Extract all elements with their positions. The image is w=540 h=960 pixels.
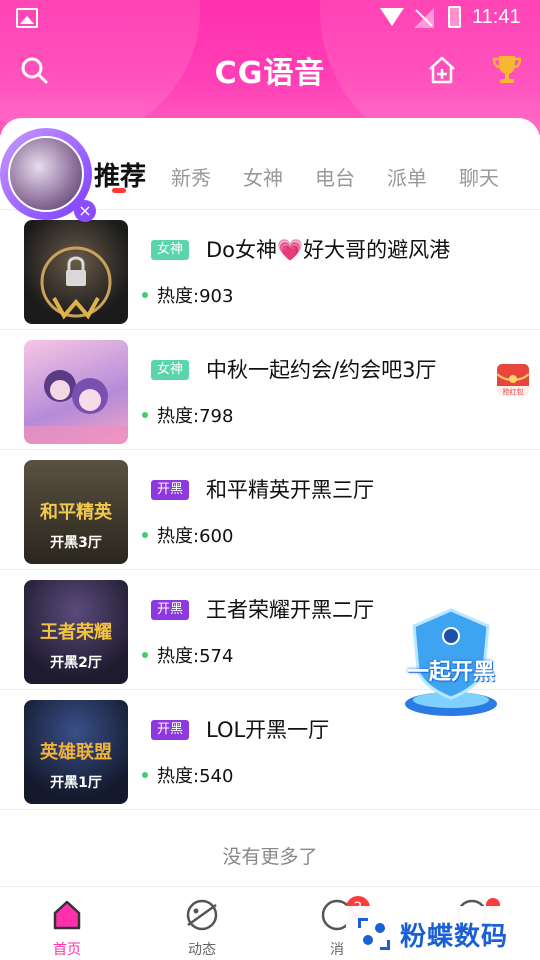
online-dot [142,292,148,298]
room-list-item[interactable]: 女神 Do女神💗好大哥的避风港 热度:903 [0,210,540,330]
game-logo-text: 王者荣耀 [40,622,112,643]
team-up-badge-label: 一起开黑 [406,660,495,685]
floating-room-avatar[interactable]: × [0,128,96,222]
room-heat: 热度:574 [157,646,234,667]
room-tag: 女神 [151,360,190,380]
room-list-item[interactable]: 和平精英 开黑3厅 开黑 和平精英开黑三厅 热度:600 [0,450,540,570]
room-tag: 开黑 [151,480,190,500]
tab-newcomer[interactable]: 新秀 [171,162,211,191]
room-name: 和平精英开黑三厅 [206,478,374,502]
room-name: Do女神💗好大哥的避风港 [206,238,451,262]
thumbnail-caption: 开黑2厅 [50,655,102,671]
room-name: LOL开黑一厅 [206,718,330,742]
room-tag: 女神 [151,240,190,260]
list-end-text: 没有更多了 [222,846,318,868]
planet-icon [186,899,218,931]
status-bar: 11:41 [0,0,540,36]
room-list-item[interactable]: 女神 中秋一起约会/约会吧3厅 热度:798 抢红包 [0,330,540,450]
online-dot [142,772,148,778]
online-dot [142,532,148,538]
room-thumbnail [24,220,128,324]
room-heat: 热度:798 [157,406,234,427]
app-header: 11:41 CG语音 [0,0,540,135]
online-dot [142,412,148,418]
game-logo-text: 英雄联盟 [40,742,112,763]
home-icon [53,900,81,930]
room-thumbnail: 和平精英 开黑3厅 [24,460,128,564]
team-up-badge[interactable]: 一起开黑 [390,604,512,722]
status-time: 11:41 [472,6,521,28]
room-tag: 开黑 [151,600,190,620]
avatar [8,136,84,212]
battery-icon [448,6,461,28]
watermark-text: 粉蝶数码 [400,922,509,952]
room-thumbnail [24,340,128,444]
thumbnail-caption: 开黑1厅 [50,775,102,791]
active-tab-indicator [112,188,126,193]
tab-radio[interactable]: 电台 [315,162,355,191]
tab-goddess[interactable]: 女神 [243,162,283,191]
trophy-icon[interactable] [490,52,524,86]
create-room-icon[interactable] [426,54,458,86]
room-heat: 热度:540 [157,766,234,787]
tab-dispatch[interactable]: 派单 [387,162,427,191]
anime-couple-image [24,370,128,444]
gallery-notification-icon [16,8,38,28]
game-logo-text: 和平精英 [40,502,112,523]
thumbnail-caption: 开黑3厅 [50,535,102,551]
page-title: CG语音 [214,56,326,91]
room-thumbnail: 英雄联盟 开黑1厅 [24,700,128,804]
lock-icon [40,246,112,320]
nav-moments-label: 动态 [188,942,216,958]
red-envelope-label: 抢红包 [503,387,524,396]
wifi-icon [380,8,404,26]
room-thumbnail: 王者荣耀 开黑2厅 [24,580,128,684]
watermark: 粉蝶数码 [346,906,540,960]
online-dot [142,652,148,658]
room-name: 中秋一起约会/约会吧3厅 [206,358,437,382]
tab-chat[interactable]: 聊天 [459,162,499,191]
signal-icon [414,8,434,28]
room-heat: 热度:903 [157,286,234,307]
room-name: 王者荣耀开黑二厅 [206,598,374,622]
room-heat: 热度:600 [157,526,234,547]
watermark-logo-icon [358,918,390,950]
close-icon[interactable]: × [74,200,96,222]
room-tag: 开黑 [151,720,190,740]
red-envelope-icon[interactable]: 抢红包 [494,360,532,400]
nav-home-label: 首页 [53,942,81,958]
